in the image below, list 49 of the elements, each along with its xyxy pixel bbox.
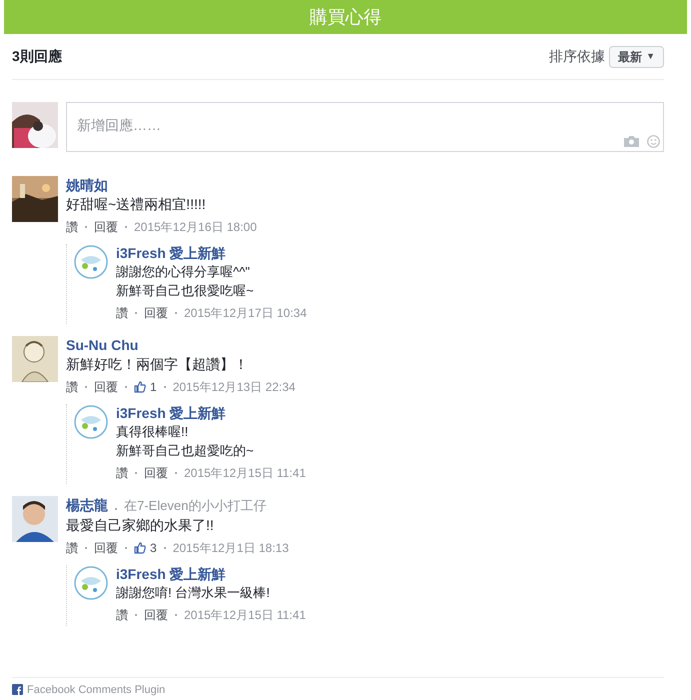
author-subtitle: 在7-Eleven的小小打工仔 bbox=[124, 497, 266, 515]
comment-text: 謝謝您的心得分享喔^^" bbox=[116, 263, 251, 281]
header-title: 購買心得 bbox=[310, 6, 382, 28]
thumbs-up-icon bbox=[134, 542, 146, 554]
reply-link[interactable]: 回覆 bbox=[94, 378, 118, 396]
logo-icon bbox=[73, 404, 109, 440]
like-count: 3 bbox=[150, 540, 157, 557]
sort-label: 排序依據 bbox=[549, 47, 606, 66]
like-link[interactable]: 讚 bbox=[116, 606, 128, 624]
timestamp: 2015年12月17日 10:34 bbox=[184, 305, 307, 322]
timestamp: 2015年12月1日 18:13 bbox=[172, 540, 289, 557]
comment-count: 3則回應 bbox=[12, 47, 62, 66]
emoji-icon[interactable] bbox=[647, 135, 660, 148]
timestamp: 2015年12月15日 11:41 bbox=[184, 465, 306, 482]
like-count: 1 bbox=[150, 379, 157, 396]
author-name[interactable]: i3Fresh 愛上新鮮 bbox=[116, 244, 307, 262]
plugin-credit: Facebook Comments Plugin bbox=[27, 682, 166, 698]
comment-text: 謝謝您唷! 台灣水果一級棒! bbox=[116, 584, 271, 602]
author-name[interactable]: i3Fresh 愛上新鮮 bbox=[116, 404, 306, 422]
comment-text: 新鮮好吃！兩個字【超讚】！ bbox=[66, 355, 249, 374]
reply-link[interactable]: 回覆 bbox=[144, 464, 168, 482]
like-link[interactable]: 讚 bbox=[66, 539, 78, 557]
comment-text: 最愛自己家鄉的水果了!! bbox=[66, 516, 215, 535]
camera-icon[interactable] bbox=[624, 135, 639, 147]
like-link[interactable]: 讚 bbox=[66, 218, 78, 236]
timestamp: 2015年12月15日 11:41 bbox=[184, 607, 306, 624]
facebook-icon bbox=[12, 684, 23, 696]
author-name[interactable]: Su-Nu Chu bbox=[66, 336, 138, 354]
thumbs-up-icon bbox=[134, 381, 146, 393]
reply-link[interactable]: 回覆 bbox=[144, 304, 168, 322]
timestamp: 2015年12月16日 18:00 bbox=[134, 219, 257, 236]
comment-text: 好甜喔~送禮兩相宜!!!!! bbox=[66, 195, 207, 214]
author-name[interactable]: i3Fresh 愛上新鮮 bbox=[116, 565, 306, 583]
like-link[interactable]: 讚 bbox=[116, 464, 128, 482]
reply-link[interactable]: 回覆 bbox=[94, 218, 118, 236]
comment-text: 新鮮哥自己也很愛吃喔~ bbox=[116, 282, 255, 300]
reply-link[interactable]: 回覆 bbox=[144, 606, 168, 624]
sort-dropdown[interactable]: 最新 ▼ bbox=[609, 46, 664, 68]
like-link[interactable]: 讚 bbox=[66, 378, 78, 396]
logo-icon bbox=[73, 565, 109, 601]
like-link[interactable]: 讚 bbox=[116, 304, 128, 322]
comment-text: 新鮮哥自己也超愛吃的~ bbox=[116, 442, 255, 460]
author-name[interactable]: 楊志龍 bbox=[66, 496, 108, 514]
logo-icon bbox=[73, 244, 109, 280]
comment-input[interactable]: 新增回應…… bbox=[66, 102, 664, 152]
reply-link[interactable]: 回覆 bbox=[94, 539, 118, 557]
timestamp: 2015年12月13日 22:34 bbox=[172, 379, 296, 396]
comment-text: 真得很棒喔!! bbox=[116, 423, 190, 441]
author-name[interactable]: 姚晴如 bbox=[66, 176, 108, 194]
